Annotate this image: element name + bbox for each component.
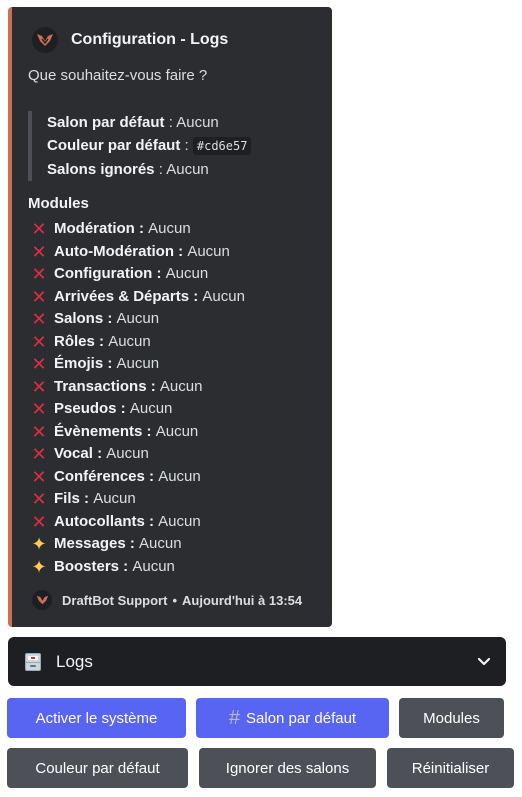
module-row: ✦ Messages : Aucun — [28, 533, 245, 556]
cross-mark-icon: ✕ — [31, 399, 47, 419]
reset-button[interactable]: Réinitialiser — [387, 748, 514, 788]
cross-mark-icon: ✕ — [31, 331, 47, 352]
ignore-channels-button[interactable]: Ignorer des salons — [199, 748, 376, 788]
modules-list: ✕ Modération : Aucun ✕ Auto-Modération : A… — [28, 218, 245, 578]
ignored-channels-line: Salons ignorés : Aucun — [47, 161, 209, 178]
draftbot-logo-icon — [37, 34, 53, 46]
defaults-quote: Salon par défaut : Aucun Couleur par déf… — [28, 111, 252, 181]
cross-mark-icon: ✕ — [31, 354, 47, 374]
chevron-down-icon[interactable] — [476, 654, 492, 670]
embed-title: Configuration - Logs — [71, 31, 229, 48]
cross-mark-icon: ✕ — [31, 264, 47, 284]
module-row: ✕ Vocal : Aucun — [28, 443, 245, 466]
footer-avatar — [32, 590, 52, 610]
embed-description: Que souhaitez-vous faire ? — [28, 67, 208, 84]
cross-mark-icon: ✕ — [31, 219, 47, 239]
embed-author: Configuration - Logs — [32, 27, 228, 53]
select-value: Logs — [56, 651, 93, 671]
module-row: ✦ Boosters : Aucun — [28, 556, 245, 579]
sparkles-icon: ✦ — [31, 556, 47, 577]
hash-icon: # — [228, 706, 241, 729]
cross-mark-icon: ✕ — [31, 309, 47, 329]
module-row: ✕ Pseudos : Aucun — [28, 398, 245, 421]
bot-avatar[interactable] — [32, 27, 58, 53]
module-row: ✕ Conférences : Aucun — [28, 466, 245, 489]
module-row: ✕ Transactions : Aucun — [28, 376, 245, 399]
embed-footer: DraftBot Support • Aujourd'hui à 13:54 — [32, 590, 302, 610]
module-row: ✕ Autocollants : Aucun — [28, 511, 245, 534]
cross-mark-icon: ✕ — [31, 444, 47, 464]
module-row: ✕ Rôles : Aucun — [28, 331, 245, 354]
module-row: ✕ Fils : Aucun — [28, 488, 245, 511]
default-color-line: Couleur par défaut : #cd6e57 — [47, 134, 252, 158]
file-cabinet-icon — [25, 652, 41, 671]
default-color-button[interactable]: Couleur par défaut — [7, 748, 188, 788]
cross-mark-icon: ✕ — [31, 241, 47, 262]
color-code: #cd6e57 — [192, 137, 252, 155]
module-row: ✕ Configuration : Aucun — [28, 263, 245, 286]
modules-button[interactable]: Modules — [399, 698, 504, 738]
module-row: ✕ Émojis : Aucun — [28, 353, 245, 376]
sparkles-icon: ✦ — [31, 534, 47, 554]
cross-mark-icon: ✕ — [31, 376, 47, 397]
enable-system-button[interactable]: Activer le système — [7, 698, 186, 738]
module-row: ✕ Arrivées & Départs : Aucun — [28, 286, 245, 309]
footer-bullet: • — [172, 592, 177, 608]
modules-heading: Modules — [28, 195, 89, 212]
footer-author: DraftBot Support — [62, 592, 168, 608]
module-row: ✕ Salons : Aucun — [28, 308, 245, 331]
cross-mark-icon: ✕ — [31, 511, 47, 532]
module-row: ✕ Auto-Modération : Aucun — [28, 241, 245, 264]
draftbot-logo-icon — [36, 595, 48, 605]
module-row: ✕ Modération : Aucun — [28, 218, 245, 241]
cross-mark-icon: ✕ — [31, 286, 47, 307]
footer-timestamp: Aujourd'hui à 13:54 — [182, 592, 303, 608]
cross-mark-icon: ✕ — [31, 421, 47, 442]
cross-mark-icon: ✕ — [31, 466, 47, 487]
default-channel-button[interactable]: # Salon par défaut — [196, 698, 389, 738]
embed-card: Configuration - Logs Que souhaitez-vous … — [8, 7, 332, 627]
module-row: ✕ Évènements : Aucun — [28, 421, 245, 444]
logs-select-menu[interactable]: Logs — [8, 637, 506, 686]
cross-mark-icon: ✕ — [31, 489, 47, 509]
default-channel-line: Salon par défaut : Aucun — [47, 114, 219, 131]
